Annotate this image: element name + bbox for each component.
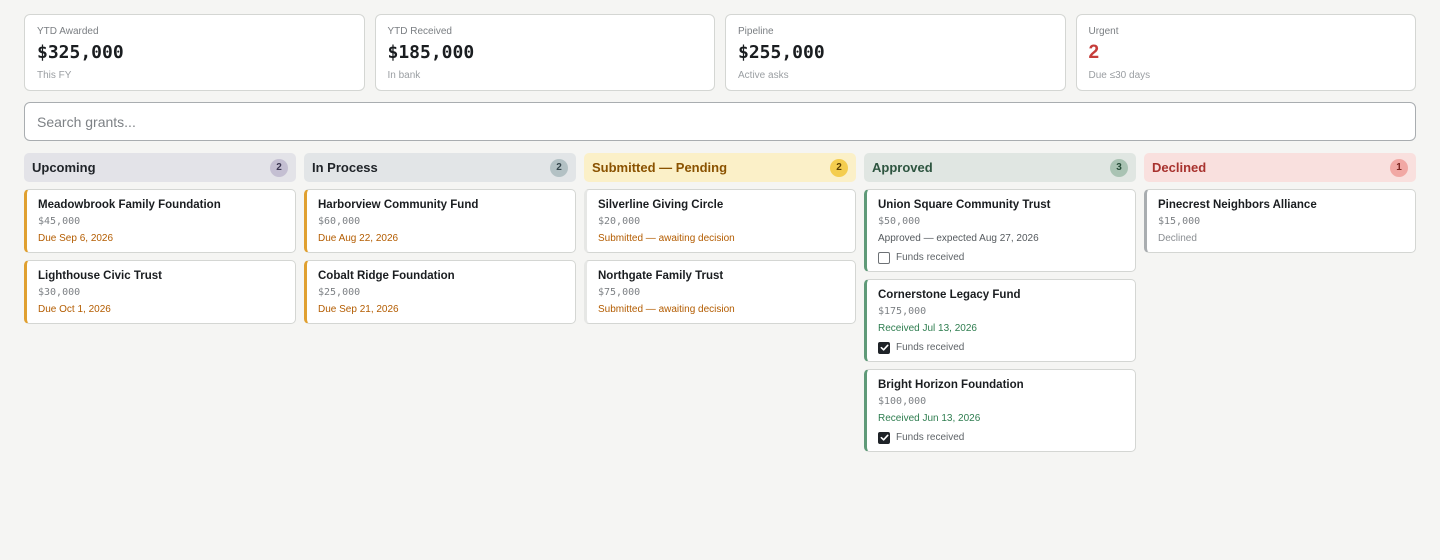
stat-value: 2 (1088, 42, 1100, 63)
grant-status: Due Oct 1, 2026 (38, 304, 111, 315)
funds-received-label: Funds received (896, 432, 965, 443)
grant-card[interactable]: Pinecrest Neighbors Alliance $15,000 Decli… (1144, 189, 1416, 253)
column-title: In Process (312, 160, 378, 175)
grant-card[interactable]: Meadowbrook Family Foundation $45,000 Due … (24, 189, 296, 253)
funds-received-label: Funds received (896, 342, 965, 353)
column-title: Submitted — Pending (592, 160, 728, 175)
stat-subtext: In bank (387, 70, 421, 81)
funds-received-row: Funds received (878, 431, 1124, 444)
stat-urgent: Urgent 2 Due ≤30 days (1075, 14, 1416, 91)
column-header: Declined 1 (1144, 153, 1416, 182)
check-icon (880, 344, 889, 351)
stat-subtext: Due ≤30 days (1088, 70, 1151, 81)
funds-received-checkbox[interactable] (878, 431, 890, 444)
grant-name: Lighthouse Civic Trust (38, 270, 162, 282)
grant-amount: $45,000 (38, 216, 81, 227)
stat-ytd-awarded: YTD Awarded $325,000 This FY (24, 14, 365, 91)
grant-name: Harborview Community Fund (318, 199, 479, 211)
grant-card[interactable]: Cornerstone Legacy Fund $175,000 Received … (864, 279, 1136, 362)
grant-status: Due Aug 22, 2026 (318, 233, 399, 244)
grant-amount: $15,000 (1158, 216, 1201, 227)
funds-received-label: Funds received (896, 252, 965, 263)
column-in-process: In Process 2 Harborview Community Fund $60,… (304, 153, 576, 452)
grant-card[interactable]: Harborview Community Fund $60,000 Due Aug … (304, 189, 576, 253)
grant-amount: $100,000 (878, 396, 927, 407)
grant-status: Submitted — awaiting decision (598, 304, 735, 315)
count-badge: 2 (550, 158, 568, 177)
grant-status: Received Jul 13, 2026 (878, 323, 977, 334)
funds-received-checkbox[interactable] (878, 251, 890, 264)
summary-stats: YTD Awarded $325,000 This FY YTD Receive… (24, 14, 1416, 91)
stat-label: Urgent (1088, 26, 1119, 37)
column-title: Approved (872, 160, 933, 175)
grant-status: Received Jun 13, 2026 (878, 413, 981, 424)
grant-name: Meadowbrook Family Foundation (38, 199, 221, 211)
column-title: Upcoming (32, 160, 96, 175)
grant-amount: $25,000 (318, 287, 361, 298)
stat-value: $325,000 (37, 42, 124, 63)
funds-received-checkbox[interactable] (878, 341, 890, 354)
grant-card[interactable]: Northgate Family Trust $75,000 Submitted —… (584, 260, 856, 324)
grant-name: Cobalt Ridge Foundation (318, 270, 455, 282)
stat-label: YTD Awarded (37, 26, 99, 37)
grant-card[interactable]: Silverline Giving Circle $20,000 Submitted… (584, 189, 856, 253)
funds-received-row: Funds received (878, 251, 1124, 264)
column-submitted-pending: Submitted — Pending 2 Silverline Giving Ci… (584, 153, 856, 452)
grant-card[interactable]: Cobalt Ridge Foundation $25,000 Due Sep 21… (304, 260, 576, 324)
grant-amount: $50,000 (878, 216, 921, 227)
count-badge: 1 (1390, 158, 1408, 177)
stat-subtext: Active asks (738, 70, 789, 81)
grant-card[interactable]: Lighthouse Civic Trust $30,000 Due Oct 1, … (24, 260, 296, 324)
kanban-board: Upcoming 2 Meadowbrook Family Foundation $4… (24, 153, 1416, 452)
grant-name: Northgate Family Trust (598, 270, 724, 282)
search-input[interactable] (24, 102, 1416, 141)
count-badge: 3 (1110, 158, 1128, 177)
grant-name: Silverline Giving Circle (598, 199, 724, 211)
grant-status: Approved — expected Aug 27, 2026 (878, 233, 1039, 244)
column-upcoming: Upcoming 2 Meadowbrook Family Foundation $4… (24, 153, 296, 452)
grant-status: Due Sep 6, 2026 (38, 233, 114, 244)
column-header: Submitted — Pending 2 (584, 153, 856, 182)
column-header: Upcoming 2 (24, 153, 296, 182)
grant-name: Pinecrest Neighbors Alliance (1158, 199, 1317, 211)
grant-amount: $60,000 (318, 216, 361, 227)
stat-subtext: This FY (37, 70, 72, 81)
grant-name: Cornerstone Legacy Fund (878, 289, 1021, 301)
funds-received-row: Funds received (878, 341, 1124, 354)
column-title: Declined (1152, 160, 1207, 175)
column-header: Approved 3 (864, 153, 1136, 182)
column-declined: Declined 1 Pinecrest Neighbors Alliance $15… (1144, 153, 1416, 452)
stat-label: Pipeline (738, 26, 774, 37)
grant-card[interactable]: Bright Horizon Foundation $100,000 Receive… (864, 369, 1136, 452)
grant-amount: $30,000 (38, 287, 81, 298)
stat-ytd-received: YTD Received $185,000 In bank (374, 14, 715, 91)
count-badge: 2 (270, 158, 288, 177)
column-header: In Process 2 (304, 153, 576, 182)
grant-amount: $20,000 (598, 216, 641, 227)
count-badge: 2 (830, 158, 848, 177)
grant-status: Due Sep 21, 2026 (318, 304, 399, 315)
stat-value: $185,000 (387, 42, 475, 63)
column-approved: Approved 3 Union Square Community Trust $50… (864, 153, 1136, 452)
grant-card[interactable]: Union Square Community Trust $50,000 Appro… (864, 189, 1136, 272)
grant-status: Declined (1158, 233, 1197, 244)
grant-amount: $175,000 (878, 306, 927, 317)
stat-label: YTD Received (387, 26, 452, 37)
grant-amount: $75,000 (598, 287, 641, 298)
grant-name: Union Square Community Trust (878, 199, 1051, 211)
check-icon (880, 434, 889, 441)
grant-name: Bright Horizon Foundation (878, 379, 1024, 391)
stat-pipeline: Pipeline $255,000 Active asks (725, 14, 1066, 91)
grant-status: Submitted — awaiting decision (598, 233, 735, 244)
stat-value: $255,000 (738, 42, 825, 63)
